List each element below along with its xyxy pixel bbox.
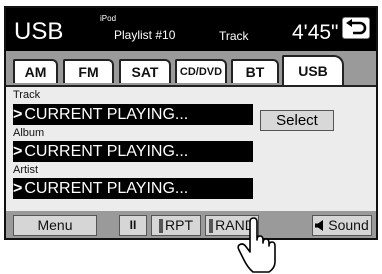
back-button[interactable] [342, 17, 370, 39]
header-bar: USB iPod Playlist #10 Track 4'45" [6, 8, 376, 51]
tab-cd-dvd[interactable]: CD/DVD [175, 59, 227, 83]
album-label: Album [13, 127, 45, 139]
random-indicator-icon [209, 219, 214, 234]
artist-value: CURRENT PLAYING... [24, 180, 189, 197]
elapsed-time: 4'45" [292, 21, 339, 44]
sound-button[interactable]: Sound [312, 215, 372, 236]
artist-value-field: > CURRENT PLAYING... [13, 178, 253, 199]
sound-label: Sound [328, 217, 369, 233]
tab-fm[interactable]: FM [63, 59, 114, 83]
track-label: Track [13, 89, 41, 101]
control-bar: Menu II RPT RAND Sound [6, 211, 376, 238]
audio-source-title: USB [14, 18, 64, 45]
play-mode-label: Track [219, 29, 249, 43]
usb-audio-screen: USB iPod Playlist #10 Track 4'45" AM FM … [4, 6, 378, 240]
playlist-label: Playlist #10 [114, 28, 176, 42]
device-label: iPod [100, 14, 117, 23]
album-value: CURRENT PLAYING... [24, 143, 189, 160]
hand-pointer-icon [237, 217, 276, 273]
artist-label: Artist [13, 164, 39, 176]
tab-am[interactable]: AM [13, 59, 58, 83]
menu-button[interactable]: Menu [13, 215, 97, 236]
chevron-right-icon: > [13, 143, 23, 160]
back-arrow-icon [346, 19, 367, 35]
album-value-field: > CURRENT PLAYING... [13, 141, 253, 162]
select-button[interactable]: Select [260, 110, 334, 131]
repeat-button[interactable]: RPT [151, 215, 201, 236]
pause-button[interactable]: II [119, 215, 147, 236]
tab-bt[interactable]: BT [231, 59, 279, 83]
tab-usb[interactable]: USB [282, 55, 344, 85]
tab-sat[interactable]: SAT [119, 59, 171, 83]
repeat-label: RPT [165, 217, 193, 233]
chevron-right-icon: > [13, 180, 23, 197]
track-value: CURRENT PLAYING... [24, 106, 189, 123]
chevron-right-icon: > [13, 106, 23, 123]
speaker-icon [315, 220, 324, 231]
repeat-indicator-icon [159, 219, 163, 234]
track-value-field: > CURRENT PLAYING... [13, 104, 253, 125]
